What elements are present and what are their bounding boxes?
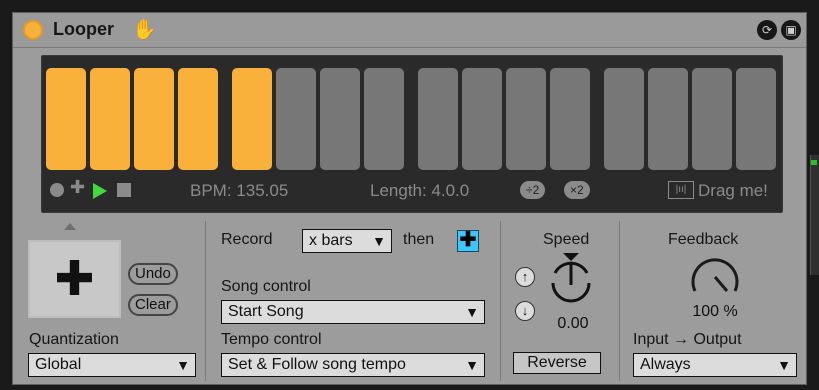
power-toggle[interactable] xyxy=(23,20,43,40)
undo-button[interactable]: Undo xyxy=(128,263,178,285)
divider xyxy=(500,221,501,381)
feedback-knob[interactable] xyxy=(685,251,745,307)
refresh-icon[interactable]: ⟳ xyxy=(757,20,777,40)
looper-device: Looper ✋ ⟳ ▣ ✚ BPM: 135.05 Length: 4.0.0… xyxy=(12,12,807,385)
bar-cell[interactable] xyxy=(320,68,360,170)
bar-cell[interactable] xyxy=(550,68,590,170)
tempo-control-select[interactable]: Set & Follow song tempo ▼ xyxy=(221,353,485,377)
tempo-control-value: Set & Follow song tempo xyxy=(228,356,406,373)
input-output-select[interactable]: Always ▼ xyxy=(633,353,797,377)
caret-up-icon xyxy=(64,223,76,230)
bar-cell[interactable] xyxy=(418,68,458,170)
speed-value: 0.00 xyxy=(557,315,589,332)
waveform-icon: |ıı| xyxy=(668,181,694,199)
clear-button[interactable]: Clear xyxy=(128,294,178,316)
bar-cell[interactable] xyxy=(506,68,546,170)
bar-cell[interactable] xyxy=(648,68,688,170)
speed-down-button[interactable]: ↓ xyxy=(515,301,535,321)
input-output-value: Always xyxy=(640,356,691,373)
quantization-label: Quantization xyxy=(29,331,119,348)
bpm-readout: BPM: 135.05 xyxy=(190,181,289,200)
record-select[interactable]: x bars ▼ xyxy=(302,229,392,253)
song-control-label: Song control xyxy=(221,278,311,295)
input-output-label: Input → Output xyxy=(633,331,742,348)
then-add-button[interactable]: ✚ xyxy=(457,230,479,252)
feedback-label: Feedback xyxy=(668,231,739,248)
record-icon[interactable] xyxy=(50,183,64,197)
dropdown-arrow-icon: ▼ xyxy=(372,233,386,249)
dropdown-arrow-icon: ▼ xyxy=(176,357,190,373)
save-icon[interactable]: ▣ xyxy=(781,20,801,40)
song-control-select[interactable]: Start Song ▼ xyxy=(221,300,485,324)
add-icon[interactable]: ✚ xyxy=(70,177,85,198)
tempo-control-label: Tempo control xyxy=(221,331,322,348)
then-label: then xyxy=(403,231,435,248)
dropdown-arrow-icon: ▼ xyxy=(465,357,479,373)
add-loop-button[interactable]: ✚ xyxy=(28,240,121,318)
play-icon[interactable] xyxy=(93,183,107,199)
bar-cell[interactable] xyxy=(134,68,174,170)
reverse-button[interactable]: Reverse xyxy=(513,352,601,374)
speed-knob[interactable] xyxy=(543,251,599,319)
song-control-value: Start Song xyxy=(228,303,304,320)
bar-cell[interactable] xyxy=(178,68,218,170)
bar-cell[interactable] xyxy=(276,68,316,170)
bar-cell[interactable] xyxy=(232,68,272,170)
stop-icon[interactable] xyxy=(117,183,131,197)
bar-cell[interactable] xyxy=(46,68,86,170)
record-label: Record xyxy=(221,231,273,248)
quantization-select[interactable]: Global ▼ xyxy=(28,353,196,377)
record-value: x bars xyxy=(309,232,353,249)
dropdown-arrow-icon: ▼ xyxy=(465,304,479,320)
halve-button[interactable]: ÷2 xyxy=(520,181,546,199)
hand-icon: ✋ xyxy=(132,19,157,41)
double-button[interactable]: ×2 xyxy=(564,181,590,199)
dropdown-arrow-icon: ▼ xyxy=(777,357,791,373)
bar-cell[interactable] xyxy=(692,68,732,170)
speed-up-button[interactable]: ↑ xyxy=(515,267,535,287)
divider xyxy=(619,221,620,381)
titlebar: Looper ✋ ⟳ ▣ xyxy=(13,13,806,48)
bar-cell[interactable] xyxy=(90,68,130,170)
speed-label: Speed xyxy=(543,231,590,248)
drag-label[interactable]: Drag me! xyxy=(698,181,768,201)
bar-cell[interactable] xyxy=(604,68,644,170)
bar-cell[interactable] xyxy=(364,68,404,170)
side-scrollbar[interactable] xyxy=(810,155,819,275)
divider xyxy=(205,221,206,381)
side-indicator xyxy=(811,160,817,165)
quantization-value: Global xyxy=(35,356,82,373)
bar-cell[interactable] xyxy=(462,68,502,170)
bar-cell[interactable] xyxy=(736,68,776,170)
loop-display[interactable]: ✚ BPM: 135.05 Length: 4.0.0 ÷2 ×2 |ıı| D… xyxy=(41,55,783,213)
device-title: Looper xyxy=(53,19,114,39)
length-readout: Length: 4.0.0 xyxy=(370,181,470,200)
feedback-value: 100 % xyxy=(692,303,738,320)
